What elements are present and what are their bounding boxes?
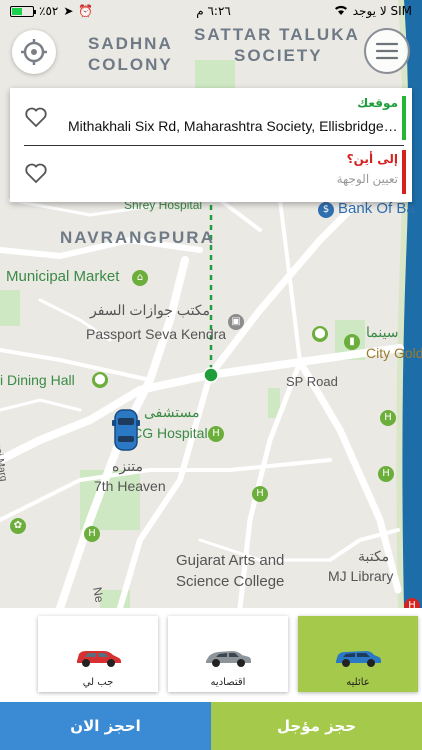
poi-dining-hall: i Dining Hall xyxy=(0,372,75,388)
area-label-navrangpura: NAVRANGPURA xyxy=(60,228,215,247)
poi-passport-ar: مكتب جوازات السفر xyxy=(90,302,211,318)
battery-icon xyxy=(10,5,36,17)
gray-car-icon xyxy=(206,651,251,667)
blue-car-icon xyxy=(336,651,381,667)
alarm-icon: ⏰ xyxy=(78,4,94,18)
address-card: موقعك Mithakhali Six Rd, Maharashtra Soc… xyxy=(10,88,412,202)
carrier-text: لا يوجد SIM xyxy=(352,4,412,18)
cinema-icon: ▮ xyxy=(344,334,360,350)
poi-hospital-ar: مستشفى xyxy=(144,404,200,420)
book-later-button[interactable]: حجز مؤجل xyxy=(211,702,422,750)
red-car-icon xyxy=(77,651,121,667)
park-marker-icon: ⬤ xyxy=(312,326,328,342)
book-now-button[interactable]: احجز الان xyxy=(0,702,211,750)
vehicle-label-economy: اقتصاديه xyxy=(210,677,246,688)
poi-library-ar: مكتبة xyxy=(358,548,390,564)
vehicle-label-jeep: جب لي xyxy=(82,677,114,688)
hamburger-menu-icon xyxy=(375,42,399,60)
location-arrow-icon: ➤ xyxy=(63,4,74,18)
hospital-icon-4: H xyxy=(378,466,394,482)
vehicle-option-family[interactable]: عائليه xyxy=(298,616,418,692)
area-label-sadhna: SADHNA xyxy=(88,34,173,53)
pickup-row[interactable]: موقعك Mithakhali Six Rd, Maharashtra Soc… xyxy=(10,90,412,144)
pickup-address: Mithakhali Six Rd, Maharashtra Society, … xyxy=(68,118,398,134)
hospital-red-icon: H xyxy=(404,598,420,608)
area-label-sattar-taluka: SATTAR TALUKA xyxy=(194,25,360,44)
destination-row[interactable]: إلى أين؟ تعيين الوجهة xyxy=(10,146,412,200)
pickup-label: موقعك xyxy=(357,96,398,110)
poi-cinema-ar: سينما xyxy=(366,324,399,340)
my-location-button[interactable] xyxy=(12,30,56,74)
vehicle-selector: جب لي اقتصاديه عائليه xyxy=(0,608,422,702)
battery-percent: ٪٥٢ xyxy=(39,4,59,18)
status-time: ٦:٢٦ م xyxy=(196,4,231,18)
car-marker-icon xyxy=(112,409,140,451)
status-bar: ٪٥٢ ➤ ⏰ ٦:٢٦ م لا يوجد SIM xyxy=(0,0,422,22)
poi-bank: Bank Of Ba xyxy=(338,200,415,217)
poi-library-en: MJ Library xyxy=(328,568,394,584)
hospital-icon-5: H xyxy=(380,410,396,426)
poi-passport-en: Passport Seva Kendra xyxy=(86,326,227,342)
destination-input[interactable]: تعيين الوجهة xyxy=(68,172,398,186)
dining-icon: ⬤ xyxy=(92,372,108,388)
destination-label: إلى أين؟ xyxy=(346,152,398,166)
hospital-icon-2: H xyxy=(252,486,268,502)
poi-gujarat-2: Science College xyxy=(176,573,285,590)
poi-park-ar: متنزه xyxy=(112,458,144,474)
vehicle-option-economy[interactable]: اقتصاديه xyxy=(168,616,288,692)
wifi-icon xyxy=(334,4,348,18)
bank-icon: $ xyxy=(318,202,334,218)
poi-municipal-market: Municipal Market xyxy=(6,268,120,285)
poi-gujarat-1: Gujarat Arts and xyxy=(176,552,285,569)
market-icon: ⌂ xyxy=(132,270,148,286)
road-label-ne: Ne xyxy=(90,586,107,604)
crosshair-icon xyxy=(21,39,47,65)
hospital-icon-3: H xyxy=(84,526,100,542)
poi-park-en: 7th Heaven xyxy=(94,478,166,494)
park-icon: ✿ xyxy=(10,518,26,534)
government-icon: ▣ xyxy=(228,314,244,330)
area-label-colony: COLONY xyxy=(88,55,173,74)
destination-indicator-bar xyxy=(402,150,406,194)
menu-button[interactable] xyxy=(364,28,410,74)
pickup-indicator-bar xyxy=(402,96,406,140)
favorite-destination-heart-icon[interactable] xyxy=(24,162,48,184)
road-label-sp-road: SP Road xyxy=(286,374,338,389)
favorite-pickup-heart-icon[interactable] xyxy=(24,106,48,128)
vehicle-label-family: عائليه xyxy=(346,677,370,688)
hospital-icon: H xyxy=(208,426,224,442)
poi-cinema-en: City Gold xyxy=(366,345,422,361)
vehicle-option-jeep[interactable]: جب لي xyxy=(38,616,158,692)
area-label-society: SOCIETY xyxy=(234,46,323,65)
